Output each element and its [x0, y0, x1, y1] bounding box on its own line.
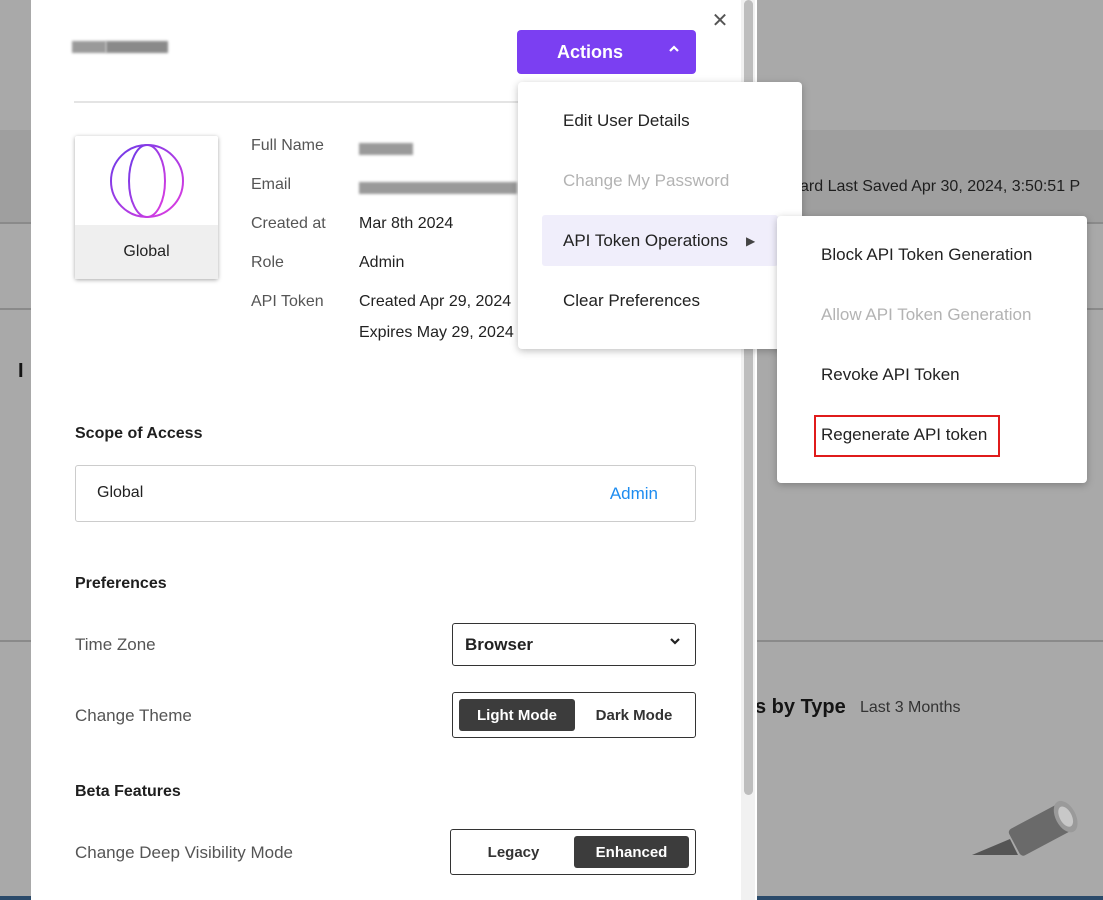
role-label: Role [251, 254, 284, 271]
background-section-fragment: I [18, 360, 24, 382]
time-zone-label: Time Zone [75, 635, 156, 654]
deep-visibility-label: Change Deep Visibility Mode [75, 843, 293, 862]
menu-item-change-password: Change My Password [563, 171, 730, 190]
email-value [359, 181, 517, 199]
actions-button[interactable]: Actions [517, 30, 696, 74]
regenerate-highlight-box [814, 415, 1000, 457]
created-at-value: Mar 8th 2024 [359, 215, 454, 232]
header-divider [74, 101, 530, 103]
globe-icon [109, 143, 184, 218]
api-token-created: Created Apr 29, 2024 [359, 293, 512, 310]
redacted-email [359, 182, 517, 194]
email-label: Email [251, 176, 292, 193]
chart-subtitle: Last 3 Months [860, 699, 961, 716]
time-zone-select[interactable]: Browser [452, 623, 696, 666]
actions-button-label: Actions [557, 41, 624, 62]
menu-item-revoke-api-token[interactable]: Revoke API Token [821, 365, 960, 385]
chevron-down-icon [669, 634, 681, 652]
scope-row: Global Admin [75, 465, 696, 522]
menu-item-api-token-operations[interactable]: API Token Operations [563, 231, 728, 251]
theme-label: Change Theme [75, 706, 192, 725]
caret-right-icon: ▶ [746, 234, 756, 248]
redacted-name [106, 41, 168, 53]
full-name-label: Full Name [251, 137, 324, 154]
chevron-up-icon [668, 42, 680, 58]
api-token-expires: Expires May 29, 2024 [359, 324, 514, 341]
menu-item-edit-user-details[interactable]: Edit User Details [563, 111, 690, 131]
menu-item-block-api-token[interactable]: Block API Token Generation [821, 245, 1032, 265]
created-at-label: Created at [251, 215, 326, 232]
beta-heading: Beta Features [75, 783, 181, 800]
deep-visibility-option-enhanced[interactable]: Enhanced [574, 836, 689, 868]
last-saved-text: ard Last Saved Apr 30, 2024, 3:50:51 P [800, 178, 1081, 195]
theme-toggle: Light Mode Dark Mode [452, 692, 696, 738]
paint-cannon-illustration [972, 800, 1078, 856]
scope-card: Global [75, 136, 218, 279]
api-token-label: API Token [251, 293, 324, 310]
api-token-submenu: Block API Token Generation Allow API Tok… [777, 216, 1087, 483]
actions-menu: Edit User Details Change My Password API… [518, 82, 802, 349]
redacted-full-name [359, 143, 413, 155]
deep-visibility-toggle: Legacy Enhanced [450, 829, 696, 875]
menu-item-clear-preferences[interactable]: Clear Preferences [563, 291, 700, 311]
theme-option-dark[interactable]: Dark Mode [579, 699, 689, 731]
user-display-name [72, 40, 180, 70]
full-name-value [359, 142, 413, 160]
scope-row-role-link[interactable]: Admin [610, 484, 658, 504]
preferences-heading: Preferences [75, 575, 167, 592]
chart-title: s by Type [755, 696, 846, 718]
close-icon[interactable]: ✕ [709, 10, 731, 32]
scope-row-name: Global [97, 484, 144, 501]
deep-visibility-option-legacy[interactable]: Legacy [457, 836, 570, 868]
redacted-name [72, 41, 106, 53]
time-zone-value: Browser [465, 635, 534, 654]
menu-item-allow-api-token: Allow API Token Generation [821, 305, 1032, 324]
scope-card-icon-area [75, 136, 218, 225]
role-value: Admin [359, 254, 405, 271]
scope-heading: Scope of Access [75, 425, 203, 442]
theme-option-light[interactable]: Light Mode [459, 699, 575, 731]
scope-card-label: Global [75, 225, 218, 279]
